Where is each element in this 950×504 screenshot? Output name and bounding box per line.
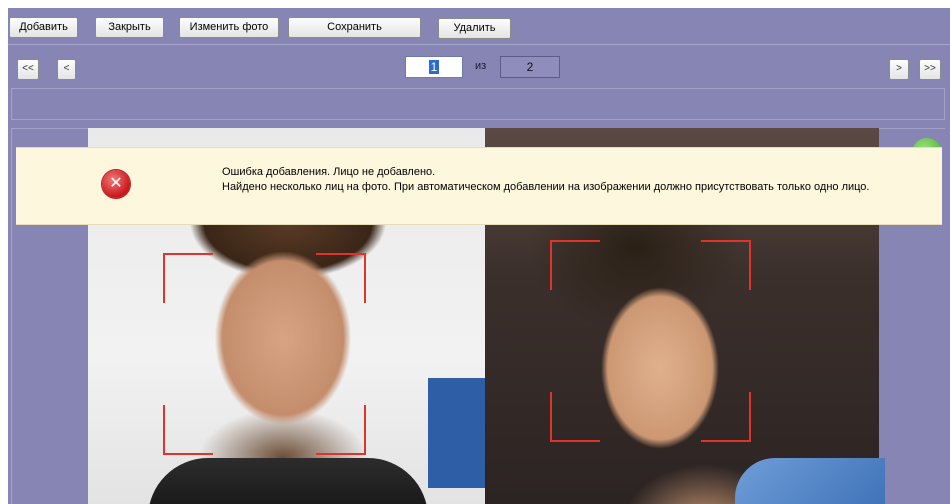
change-photo-button[interactable]: Изменить фото — [179, 17, 279, 38]
error-title: Ошибка добавления. Лицо не добавлено. — [222, 166, 436, 178]
close-button[interactable]: Закрыть — [95, 17, 164, 38]
first-page-button[interactable]: << — [17, 59, 39, 80]
background-panel — [428, 378, 485, 488]
total-pages: 2 — [500, 56, 560, 78]
save-button[interactable]: Сохранить — [288, 17, 421, 38]
face-frame-corner — [163, 253, 213, 303]
suit-shape — [148, 458, 428, 504]
delete-button[interactable]: Удалить — [438, 18, 511, 39]
add-button[interactable]: Добавить — [9, 17, 78, 38]
page-number-input[interactable]: 1 — [405, 56, 463, 78]
info-strip — [11, 88, 945, 120]
error-message: Ошибка добавления. Лицо не добавлено. На… — [222, 165, 922, 195]
error-details: Найдено несколько лиц на фото. При автом… — [222, 181, 870, 193]
face-frame-corner — [316, 405, 366, 455]
dress-shape — [735, 458, 885, 504]
face-frame-corner — [701, 392, 751, 442]
of-label: из — [475, 60, 487, 72]
face-frame-corner — [316, 253, 366, 303]
error-banner: ✕ Ошибка добавления. Лицо не добавлено. … — [16, 147, 942, 225]
face-frame-corner — [163, 405, 213, 455]
prev-page-button[interactable]: < — [57, 59, 76, 80]
next-page-button[interactable]: > — [889, 59, 909, 80]
error-x-icon: ✕ — [102, 170, 130, 198]
page-number-value: 1 — [428, 60, 440, 74]
face-editor-window: Добавить Закрыть Изменить фото Сохранить… — [8, 8, 950, 504]
face-frame-corner — [550, 240, 600, 290]
last-page-button[interactable]: >> — [919, 59, 941, 80]
toolbar-divider — [8, 44, 950, 45]
face-frame-corner — [550, 392, 600, 442]
face-frame-corner — [701, 240, 751, 290]
